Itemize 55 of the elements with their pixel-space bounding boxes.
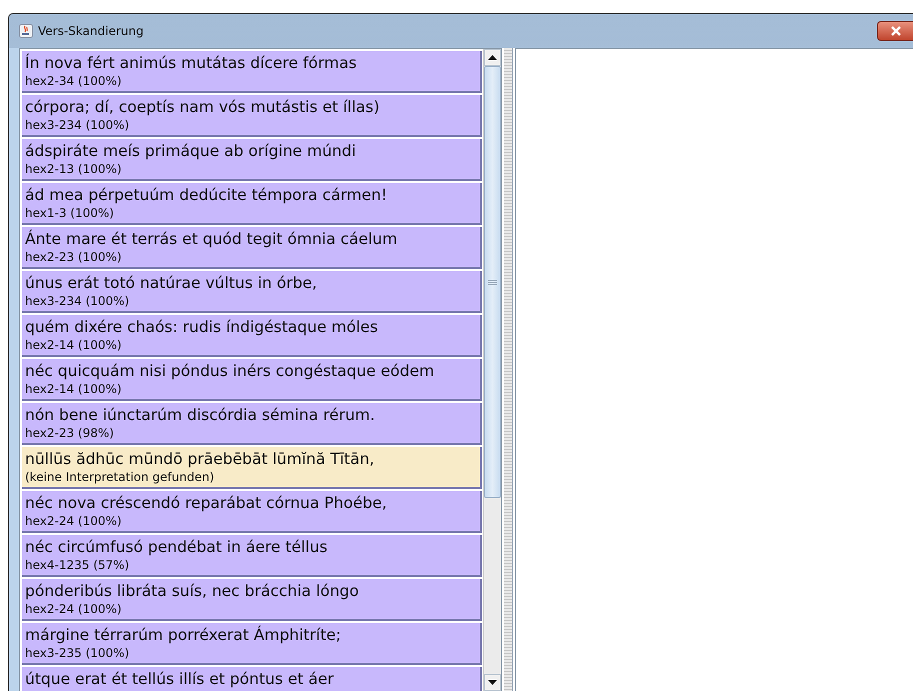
scansion-result: hex2-14 (100%)	[25, 381, 123, 397]
verse-text: márgine térrarúm porréxerat Ámphitríte;	[25, 625, 342, 645]
vertical-scrollbar[interactable]	[483, 49, 501, 691]
verse-item[interactable]: quém dixére chaós: rudis índigéstaque móles hex2-14 (100%)	[22, 315, 482, 357]
up-arrow-icon	[488, 55, 497, 60]
verse-text: quém dixére chaós: rudis índigéstaque móles	[25, 317, 379, 337]
scansion-result: hex4-1235 (57%)	[25, 557, 130, 573]
verse-item[interactable]: córpora; dí, coeptís nam vós mutástis et íllas) hex3-234 (100%)	[22, 95, 482, 137]
verse-item[interactable]: nūllūs ădhūc mūndō prāebēbāt lūmĭnă Tītān, (keine Interpretation gefunden)	[22, 447, 482, 489]
verse-item[interactable]: ádspiráte meís primáque ab orígine múndi hex2-13 (100%)	[22, 139, 482, 181]
close-button[interactable]	[877, 21, 913, 41]
scansion-result: hex2-23 (98%)	[25, 425, 115, 441]
verse-text: ád mea pérpetuúm dedúcite témpora cármen!	[25, 185, 388, 205]
verse-text: pónderibús libráta suís, nec brácchia lóngo	[25, 581, 360, 601]
scansion-result: hex2-14 (100%)	[25, 337, 123, 353]
verse-text: útque erat ét tellús illís et póntus et áer	[25, 669, 335, 689]
verse-text: únus erát totó natúrae vúltus in órbe,	[25, 273, 318, 293]
verse-item[interactable]: nón bene iúnctarúm discórdia sémina rérum. hex2-23 (98%)	[22, 403, 482, 445]
verse-item[interactable]: únus erát totó natúrae vúltus in órbe, hex3-234 (100%)	[22, 271, 482, 313]
scansion-result: hex1-3 (100%)	[25, 205, 115, 221]
scansion-result: hex2-34 (100%)	[25, 73, 123, 89]
scroll-thumb[interactable]	[484, 66, 501, 498]
verse-item[interactable]: pónderibús libráta suís, nec brácchia lóngo hex2-24 (100%)	[22, 579, 482, 621]
window-title: Vers-Skandierung	[38, 24, 144, 38]
verse-item[interactable]: néc circúmfusó pendébat in áere téllus hex4-1235 (57%)	[22, 535, 482, 577]
verse-item[interactable]: Ánte mare ét terrás et quód tegit ómnia cáelum hex2-23 (100%)	[22, 227, 482, 269]
verse-text: Ín nova fért animús mutátas dícere fórmas	[25, 53, 358, 73]
scansion-result: (keine Interpretation gefunden)	[25, 469, 216, 485]
scroll-down-button[interactable]	[484, 674, 501, 691]
scansion-result: hex2-23 (100%)	[25, 249, 123, 265]
down-arrow-icon	[488, 680, 497, 685]
grip-icon	[488, 280, 497, 284]
verse-item[interactable]: útque erat ét tellús illís et póntus et áer	[22, 667, 482, 691]
java-cup-icon	[19, 24, 33, 38]
verse-text: néc quicquám nisi póndus inérs congéstaque eódem	[25, 361, 436, 381]
verse-text: ádspiráte meís primáque ab orígine múndi	[25, 141, 357, 161]
verse-text: néc circúmfusó pendébat in áere téllus	[25, 537, 329, 557]
verse-item[interactable]: néc nova créscendó reparábat córnua Phoébe, hex2-24 (100%)	[22, 491, 482, 533]
verse-item[interactable]: Ín nova fért animús mutátas dícere fórmas hex2-34 (100%)	[22, 51, 482, 93]
verse-text: nūllūs ădhūc mūndō prāebēbāt lūmĭnă Tītān,	[25, 449, 376, 469]
verse-text: néc nova créscendó reparábat córnua Phoébe,	[25, 493, 388, 513]
scansion-result: hex3-234 (100%)	[25, 293, 130, 309]
verse-text: córpora; dí, coeptís nam vós mutástis et íllas)	[25, 97, 381, 117]
scroll-up-button[interactable]	[484, 49, 501, 66]
scansion-result: hex2-24 (100%)	[25, 601, 123, 617]
scansion-result: hex3-235 (100%)	[25, 645, 130, 661]
verse-text: Ánte mare ét terrás et quód tegit ómnia cáelum	[25, 229, 398, 249]
scansion-result: hex3-234 (100%)	[25, 117, 130, 133]
close-icon	[890, 26, 902, 36]
verse-item[interactable]: márgine térrarúm porréxerat Ámphitríte; hex3-235 (100%)	[22, 623, 482, 665]
scansion-result: hex2-13 (100%)	[25, 161, 123, 177]
verse-item[interactable]: néc quicquám nisi póndus inérs congéstaque eódem hex2-14 (100%)	[22, 359, 482, 401]
verse-text: nón bene iúnctarúm discórdia sémina rérum.	[25, 405, 376, 425]
verse-item[interactable]: ád mea pérpetuúm dedúcite témpora cármen! hex1-3 (100%)	[22, 183, 482, 225]
scansion-result: hex2-24 (100%)	[25, 513, 123, 529]
